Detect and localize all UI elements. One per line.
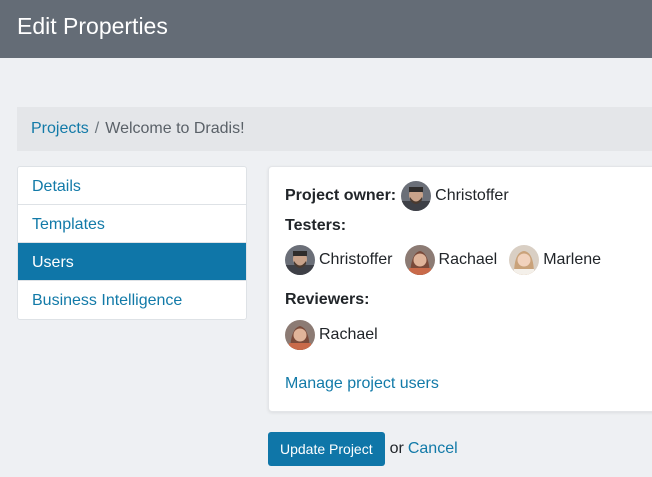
testers-list: Christoffer Rachael Marlene <box>285 245 613 275</box>
reviewer-rachael: Rachael <box>285 320 378 350</box>
sidebar-item-details[interactable]: Details <box>18 167 246 205</box>
reviewers-heading-row: Reviewers: <box>285 291 370 309</box>
page-header: Edit Properties <box>0 0 652 58</box>
breadcrumb-current: Welcome to Dradis! <box>105 120 245 137</box>
avatar-marlene <box>509 245 540 275</box>
reviewer-name: Rachael <box>319 326 378 343</box>
sidebar-item-templates[interactable]: Templates <box>18 205 246 243</box>
testers-label: Testers: <box>285 217 347 234</box>
breadcrumb: Projects / Welcome to Dradis! <box>17 107 652 151</box>
breadcrumb-projects-link[interactable]: Projects <box>31 120 89 137</box>
avatar-christoffer <box>401 181 432 211</box>
avatar-rachael <box>404 245 435 275</box>
project-owner-user: Christoffer <box>401 181 509 211</box>
sidebar-item-users[interactable]: Users <box>18 243 246 281</box>
tester-name: Christoffer <box>319 251 393 268</box>
tester-name: Marlene <box>543 251 602 268</box>
project-owner-name: Christoffer <box>435 187 509 204</box>
reviewers-list: Rachael <box>285 320 390 350</box>
page-title: Edit Properties <box>17 13 168 39</box>
form-actions: Update Project or Cancel <box>268 432 458 466</box>
avatar-christoffer <box>285 245 315 275</box>
project-owner-row: Project owner: Christoffer <box>285 181 521 211</box>
reviewers-label: Reviewers: <box>285 291 370 308</box>
sidebar-item-business-intelligence[interactable]: Business Intelligence <box>18 281 246 319</box>
project-owner-label: Project owner: <box>285 187 397 204</box>
update-project-button[interactable]: Update Project <box>268 432 385 466</box>
or-text: or <box>389 440 404 457</box>
avatar-rachael <box>285 320 315 350</box>
tester-name: Rachael <box>438 251 498 268</box>
sidebar-nav: Details Templates Users Business Intelli… <box>17 166 247 320</box>
tester-christoffer: Christoffer <box>285 245 393 275</box>
tester-rachael: Rachael <box>404 245 498 275</box>
manage-project-users-link[interactable]: Manage project users <box>285 375 439 393</box>
tester-marlene: Marlene <box>509 245 601 275</box>
project-users-card: Project owner: Christoffer Testers: Chri… <box>268 166 652 412</box>
breadcrumb-separator: / <box>94 120 100 137</box>
cancel-link[interactable]: Cancel <box>408 440 458 458</box>
testers-heading-row: Testers: <box>285 217 346 235</box>
